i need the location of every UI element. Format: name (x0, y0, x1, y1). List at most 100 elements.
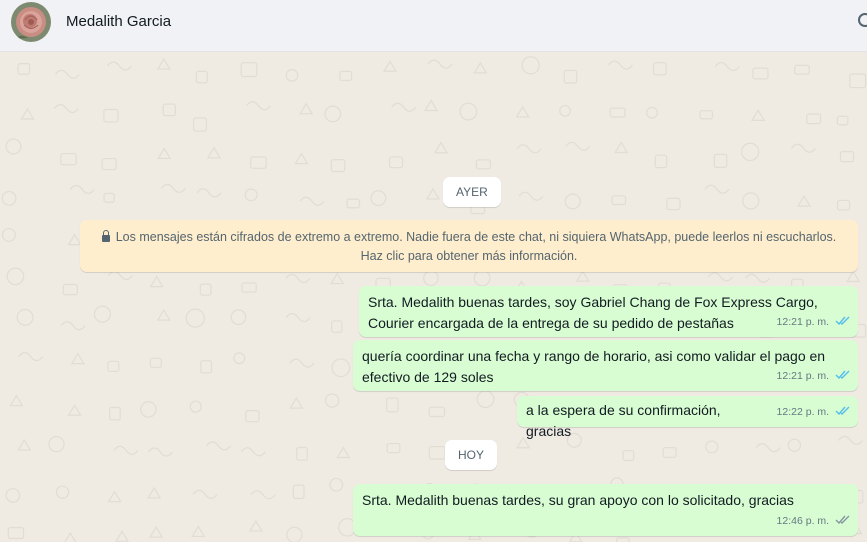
wallpaper-doodle (459, 102, 478, 121)
wallpaper-doodle (705, 440, 719, 454)
wallpaper-doodle (839, 151, 855, 163)
wallpaper-doodle (199, 283, 212, 296)
wallpaper-doodle (192, 489, 218, 499)
wallpaper-doodle (386, 397, 399, 413)
message-meta: 12:22 p. m. (777, 402, 851, 423)
date-chip-today: HOY (445, 440, 498, 470)
wallpaper-doodle (193, 117, 207, 132)
wallpaper-doodle (646, 106, 658, 119)
wallpaper-doodle (299, 196, 325, 206)
wallpaper-doodle (614, 141, 629, 154)
wallpaper-doodle (248, 519, 263, 532)
wallpaper-doodle (1, 227, 16, 242)
double-check-read-icon (835, 406, 850, 416)
wallpaper-doodle (62, 283, 78, 296)
wallpaper-doodle (331, 358, 351, 378)
wallpaper-doodle (205, 441, 231, 451)
message-bubble[interactable]: a la espera de su confirmación, gracias … (517, 396, 858, 439)
wallpaper-doodle (106, 61, 132, 71)
message-meta: 12:21 p. m. (777, 312, 851, 333)
wallpaper-doodle (185, 308, 205, 328)
wallpaper-doodle (324, 105, 342, 123)
wallpaper-doodle (240, 62, 258, 78)
wallpaper-doodle (475, 159, 491, 170)
wallpaper-doodle (55, 485, 70, 499)
wallpaper-doodle (704, 184, 730, 194)
wallpaper-doodle (18, 352, 44, 362)
message-bubble[interactable]: Srta. Medalith buenas tardes, soy Gabrie… (359, 286, 858, 337)
wallpaper-doodle (622, 449, 635, 462)
wallpaper-doodle (745, 273, 771, 283)
wallpaper-doodle (69, 184, 95, 195)
wallpaper-doodle (292, 484, 305, 499)
wallpaper-doodle (427, 59, 453, 69)
wallpaper-doodle (114, 530, 130, 542)
wallpaper-doodle (149, 357, 162, 368)
wallpaper-doodle (391, 102, 417, 112)
wallpaper-doodle (286, 526, 303, 542)
wallpaper-doodle (518, 191, 544, 201)
wallpaper-doodle (433, 141, 449, 154)
wallpaper-doodle (60, 321, 86, 331)
wallpaper-doodle (662, 447, 677, 458)
wallpaper-doodle (101, 157, 117, 171)
message-meta: 12:21 p. m. (777, 366, 851, 387)
chat-header[interactable]: Medalith Garcia (0, 0, 867, 52)
wallpaper-doodle (346, 198, 361, 209)
wallpaper-doodle (330, 159, 346, 173)
wallpaper-doodle (289, 396, 304, 409)
wallpaper-doodle (741, 142, 760, 162)
wallpaper-doodle (521, 56, 540, 75)
wallpaper-doodle (17, 438, 32, 451)
message-bubble[interactable]: quería coordinar una fecha y rango de ho… (353, 340, 858, 391)
wallpaper-doodle (147, 486, 162, 499)
wallpaper-doodle (742, 192, 760, 210)
wallpaper-doodle (616, 537, 630, 542)
rose-avatar-icon[interactable] (11, 2, 51, 42)
message-text: Srta. Medalith buenas tardes, su gran ap… (362, 492, 794, 508)
wallpaper-doodle (103, 108, 119, 123)
wallpaper-doodle (849, 73, 867, 89)
message-bubble[interactable]: Srta. Medalith buenas tardes, su gran ap… (353, 484, 858, 536)
wallpaper-doodle (162, 103, 176, 117)
wallpaper-doodle (20, 107, 35, 120)
wallpaper-doodle (48, 435, 65, 453)
wallpaper-doodle (149, 275, 164, 288)
wallpaper-doodle (140, 401, 157, 418)
wallpaper-doodle (324, 393, 340, 408)
wallpaper-doodle (425, 187, 441, 200)
whatsapp-chat-window: Medalith Garcia AYER Los mensajes están … (0, 0, 867, 542)
encryption-notice[interactable]: Los mensajes están cifrados de extremo a… (80, 220, 858, 272)
wallpaper-doodle (370, 190, 387, 207)
wallpaper-doodle (559, 104, 571, 117)
wallpaper-doodle (60, 152, 77, 166)
wallpaper-doodle (388, 156, 404, 169)
message-time: 12:22 p. m. (776, 406, 830, 418)
wallpaper-doodle (107, 490, 122, 503)
message-time: 12:46 p. m. (776, 515, 830, 527)
wallpaper-doodle (516, 144, 542, 154)
wallpaper-doodle (382, 60, 398, 72)
wallpaper-doodle (189, 400, 202, 413)
contact-name[interactable]: Medalith Garcia (66, 13, 171, 30)
wallpaper-doodle (609, 107, 626, 118)
wallpaper-doodle (5, 488, 21, 503)
wallpaper-doodle (244, 188, 258, 202)
wallpaper-doodle (708, 272, 734, 282)
wallpaper-doodle (565, 141, 591, 151)
wallpaper-doodle (791, 143, 817, 153)
wallpaper-doodle (245, 101, 271, 111)
wallpaper-doodle (147, 447, 173, 457)
wallpaper-doodle (299, 102, 314, 115)
wallpaper-doodle (241, 282, 257, 293)
wallpaper-doodle (67, 404, 82, 416)
wallpaper-doodle (7, 527, 25, 540)
wallpaper-doodle (156, 308, 171, 321)
wallpaper-doodle (6, 267, 25, 286)
wallpaper-doodle (16, 308, 34, 326)
search-icon[interactable] (858, 13, 867, 27)
wallpaper-doodle (285, 273, 311, 283)
wallpaper-doodle (607, 60, 633, 70)
wallpaper-doodle (575, 270, 590, 282)
wallpaper-doodle (714, 61, 740, 72)
